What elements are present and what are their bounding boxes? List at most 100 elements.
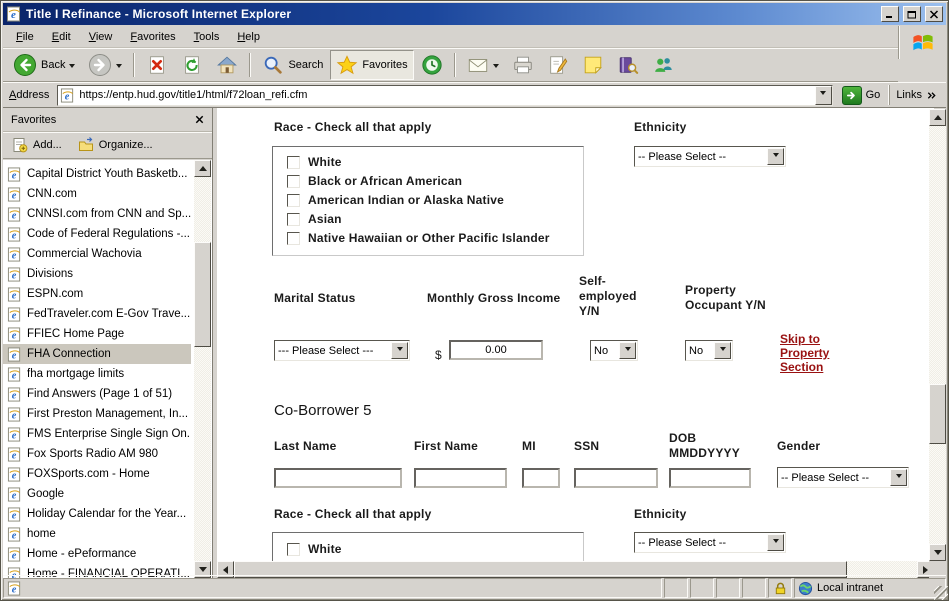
close-button[interactable] <box>925 6 943 22</box>
print-icon <box>512 54 534 76</box>
research-button[interactable] <box>611 50 645 80</box>
title-bar: Title I Refinance - Microsoft Internet E… <box>3 3 946 25</box>
scroll-down-button[interactable] <box>929 544 946 561</box>
favorite-item[interactable]: Capital District Youth Basketb... <box>3 164 191 184</box>
scroll-up-button[interactable] <box>929 109 946 126</box>
property-occupant-select[interactable]: No <box>685 340 733 361</box>
favorite-item[interactable]: Divisions <box>3 264 191 284</box>
favorite-item[interactable]: FedTraveler.com E-Gov Trave... <box>3 304 191 324</box>
favorite-item[interactable]: CNN.com <box>3 184 191 204</box>
menu-edit[interactable]: Edit <box>43 28 80 46</box>
add-favorite-button[interactable]: Add... <box>9 135 65 155</box>
chevron-down-icon[interactable] <box>767 148 784 165</box>
dob-label: DOB MMDDYYYY <box>669 431 753 461</box>
favorite-item[interactable]: CNNSI.com from CNN and Sp... <box>3 204 191 224</box>
menu-file[interactable]: File <box>7 28 43 46</box>
scroll-up-button[interactable] <box>194 160 211 177</box>
edit-button[interactable] <box>541 50 575 80</box>
address-dropdown-button[interactable] <box>815 86 832 105</box>
menu-view[interactable]: View <box>80 28 122 46</box>
favorite-item[interactable]: FMS Enterprise Single Sign On... <box>3 424 191 444</box>
favorites-scrollbar[interactable] <box>194 160 211 578</box>
search-label: Search <box>288 59 323 71</box>
minimize-button[interactable] <box>881 6 899 22</box>
favorite-item-selected[interactable]: FHA Connection <box>3 344 191 364</box>
organize-favorites-button[interactable]: Organize... <box>75 135 156 155</box>
favorite-item[interactable]: FFIEC Home Page <box>3 324 191 344</box>
search-button[interactable]: Search <box>256 50 329 80</box>
forward-button[interactable] <box>82 50 128 80</box>
favorite-item[interactable]: Fox Sports Radio AM 980 <box>3 444 191 464</box>
favorite-item[interactable]: FOXSports.com - Home <box>3 464 191 484</box>
stop-button[interactable] <box>140 50 174 80</box>
print-button[interactable] <box>506 50 540 80</box>
gender-select[interactable]: -- Please Select -- <box>777 467 909 488</box>
discuss-button[interactable] <box>576 50 610 80</box>
favorite-item[interactable]: fha mortgage limits <box>3 364 191 384</box>
links-button[interactable]: Links <box>889 85 943 105</box>
favorites-button[interactable]: Favorites <box>330 50 413 80</box>
mail-button[interactable] <box>461 50 505 80</box>
favorites-panel-title: Favorites <box>11 114 191 126</box>
scroll-track[interactable] <box>194 177 211 561</box>
arrow-up-icon <box>934 111 942 120</box>
refresh-button[interactable] <box>175 50 209 80</box>
chevron-down-icon[interactable] <box>714 342 731 359</box>
forward-dropdown-icon <box>116 64 122 71</box>
dob-input[interactable] <box>669 468 751 488</box>
scroll-thumb[interactable] <box>194 242 211 347</box>
favorite-item[interactable]: home <box>3 524 191 544</box>
go-button[interactable]: Go <box>838 85 885 106</box>
chevron-down-icon[interactable] <box>767 534 784 551</box>
race-black-checkbox[interactable] <box>287 175 300 188</box>
self-employed-select[interactable]: No <box>590 340 638 361</box>
address-input[interactable]: https://entp.hud.gov/title1/html/f72loan… <box>57 85 832 106</box>
chevron-down-icon[interactable] <box>391 342 408 359</box>
menu-help[interactable]: Help <box>228 28 269 46</box>
race-pacific-islander-checkbox[interactable] <box>287 232 300 245</box>
race-option-label: Native Hawaiian or Other Pacific Islande… <box>308 231 550 245</box>
favorites-close-button[interactable] <box>191 111 208 128</box>
content-vertical-scrollbar[interactable] <box>929 108 946 561</box>
race-asian-checkbox[interactable] <box>287 213 300 226</box>
chevron-down-icon[interactable] <box>890 469 907 486</box>
messenger-button[interactable] <box>646 50 680 80</box>
menu-tools[interactable]: Tools <box>185 28 229 46</box>
status-bar: Local intranet <box>3 575 946 598</box>
organize-favorites-icon <box>78 137 94 153</box>
race-white-checkbox-2[interactable] <box>287 543 300 556</box>
race-white-checkbox[interactable] <box>287 156 300 169</box>
favorites-label: Favorites <box>362 59 407 71</box>
menu-favorites[interactable]: Favorites <box>121 28 184 46</box>
race-native-american-checkbox[interactable] <box>287 194 300 207</box>
main-area: Favorites Add... Organize... Capital Dis… <box>3 107 946 577</box>
ethnicity-select-2[interactable]: -- Please Select -- <box>634 532 786 553</box>
back-icon <box>13 53 37 77</box>
resize-grip[interactable] <box>934 586 948 600</box>
marital-status-select[interactable]: --- Please Select --- <box>274 340 410 361</box>
favorite-item[interactable]: Code of Federal Regulations -... <box>3 224 191 244</box>
favorite-item[interactable]: Home - ePeformance <box>3 544 191 564</box>
favorite-item[interactable]: ESPN.com <box>3 284 191 304</box>
first-name-input[interactable] <box>414 468 507 488</box>
ethnicity-select[interactable]: -- Please Select -- <box>634 146 786 167</box>
back-button[interactable]: Back <box>7 50 81 80</box>
favorite-item[interactable]: Commercial Wachovia <box>3 244 191 264</box>
maximize-button[interactable] <box>903 6 921 22</box>
last-name-input[interactable] <box>274 468 402 488</box>
monthly-income-input[interactable] <box>449 340 543 360</box>
triangle-icon <box>773 153 779 160</box>
property-occupant-value: No <box>686 345 714 357</box>
ssn-input[interactable] <box>574 468 658 488</box>
favorite-item[interactable]: Google <box>3 484 191 504</box>
scroll-track[interactable] <box>929 126 946 544</box>
skip-to-property-link[interactable]: Skip to Property Section <box>780 332 846 374</box>
home-button[interactable] <box>210 50 244 80</box>
favorite-item[interactable]: First Preston Management, In... <box>3 404 191 424</box>
scroll-thumb[interactable] <box>929 384 946 444</box>
chevron-down-icon[interactable] <box>619 342 636 359</box>
favorite-item[interactable]: Holiday Calendar for the Year... <box>3 504 191 524</box>
mi-input[interactable] <box>522 468 560 488</box>
history-button[interactable] <box>415 50 449 80</box>
favorite-item[interactable]: Find Answers (Page 1 of 51) <box>3 384 191 404</box>
